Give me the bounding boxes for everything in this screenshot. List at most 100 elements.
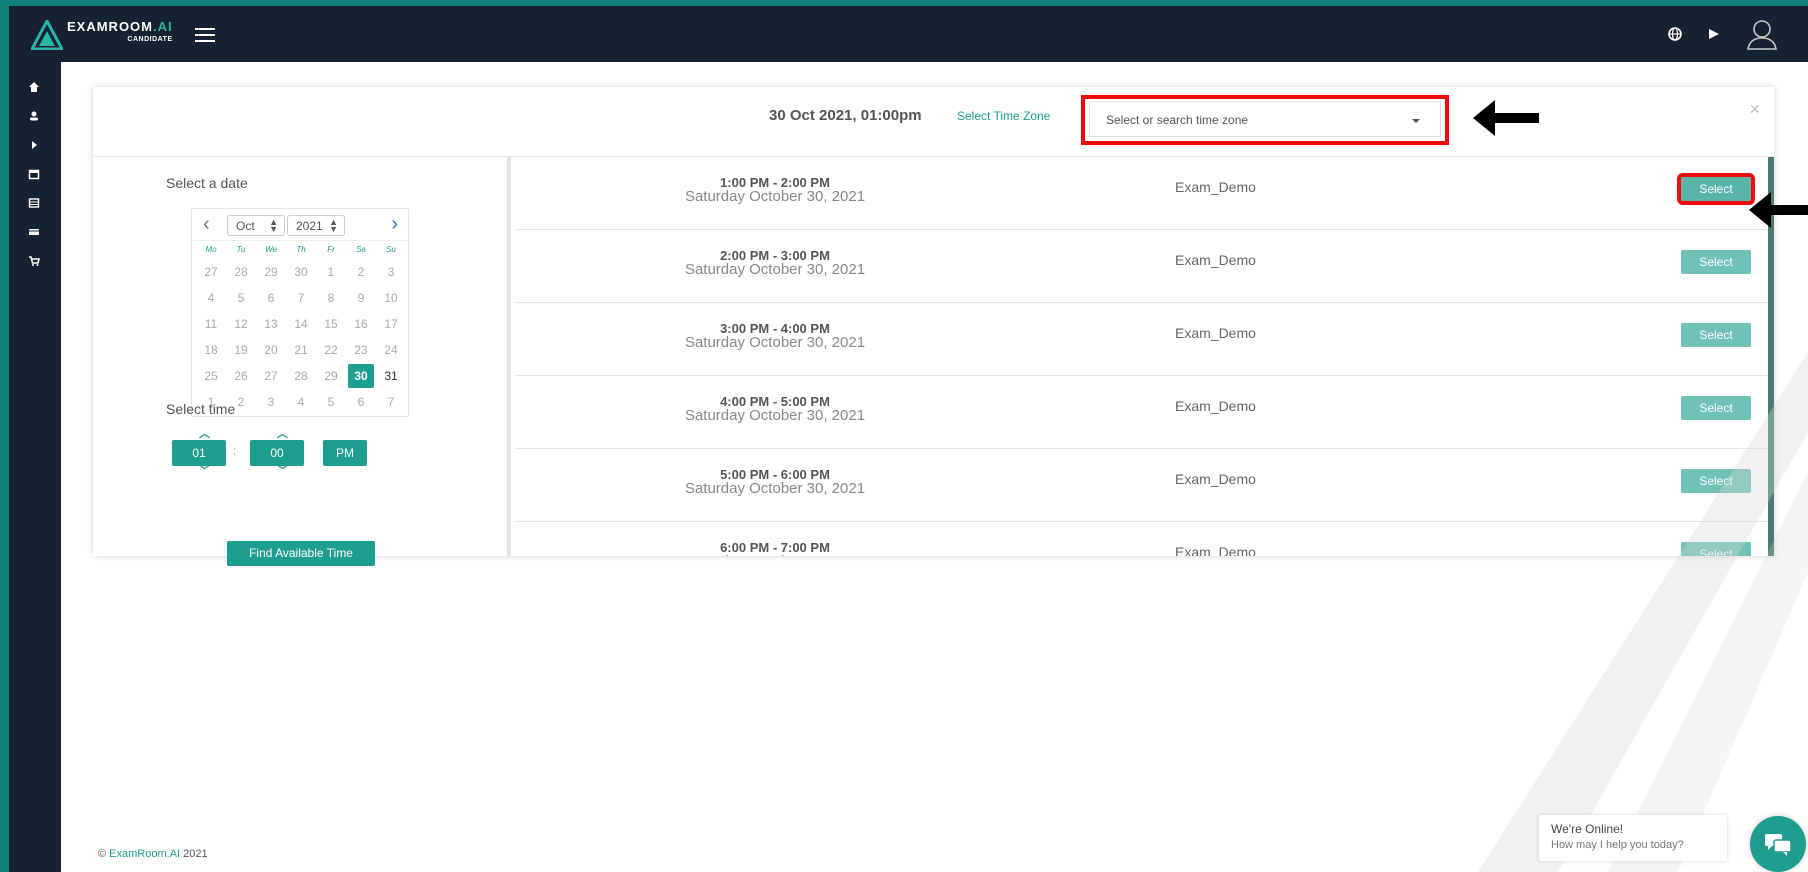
calendar-day[interactable]: 27	[196, 259, 226, 285]
sidebar	[9, 62, 61, 872]
slot-date: Saturday October 30, 2021	[684, 188, 866, 205]
calendar-day[interactable]: 30	[286, 259, 316, 285]
slot-time: 2:00 PM - 3:00 PM Saturday October 30, 20…	[515, 248, 1035, 278]
calendar-day[interactable]: 11	[196, 311, 226, 337]
calendar-day[interactable]: 3	[376, 259, 406, 285]
slot-exam-name: Exam_Demo	[1175, 471, 1256, 487]
calendar-day[interactable]: 19	[226, 337, 256, 363]
calendar-day-selected[interactable]: 30	[348, 364, 374, 388]
sidebar-play-icon[interactable]	[27, 138, 41, 152]
calendar-day[interactable]: 4	[286, 389, 316, 415]
calendar-day[interactable]: 25	[196, 363, 226, 389]
calendar-day[interactable]: 31	[376, 363, 406, 389]
calendar: ‹ Oct ▲ ▼ 2021 ▲ ▼ › Mo Tu We Th Fr Sa Su 27 28 29 30 1…	[191, 208, 409, 417]
calendar-day[interactable]: 26	[226, 363, 256, 389]
calendar-day[interactable]: 8	[316, 285, 346, 311]
sidebar-user-icon[interactable]	[27, 109, 41, 123]
weekday-label: Tu	[236, 245, 246, 254]
select-date-label: Select a date	[166, 175, 248, 191]
app-frame: EXAMROOM.AI CANDIDATE 30 Oct 2021, 01:00…	[9, 6, 1808, 872]
calendar-day[interactable]: 4	[196, 285, 226, 311]
calendar-day[interactable]: 28	[226, 259, 256, 285]
weekday-label: Fr	[327, 245, 335, 254]
calendar-day[interactable]: 6	[346, 389, 376, 415]
calendar-day[interactable]: 7	[286, 285, 316, 311]
arrow-left-icon	[1749, 192, 1808, 228]
slot-exam-name: Exam_Demo	[1175, 179, 1256, 195]
hour-up-icon[interactable]: ︿	[199, 425, 210, 441]
calendar-day[interactable]: 29	[256, 259, 286, 285]
calendar-day[interactable]: 10	[376, 285, 406, 311]
sidebar-home-icon[interactable]	[27, 80, 41, 94]
calendar-day[interactable]: 7	[376, 389, 406, 415]
time-slot-row: 3:00 PM - 4:00 PM Saturday October 30, 20…	[515, 303, 1768, 376]
logo-name: EXAMROOM.AI	[67, 19, 173, 34]
calendar-day[interactable]: 16	[346, 311, 376, 337]
slot-time: 4:00 PM - 5:00 PM Saturday October 30, 20…	[515, 394, 1035, 424]
close-button[interactable]: ×	[1749, 99, 1760, 120]
calendar-next-icon[interactable]: ›	[391, 213, 398, 236]
schedule-card: 30 Oct 2021, 01:00pm Select Time Zone Se…	[93, 87, 1774, 566]
sidebar-list-icon[interactable]	[27, 196, 41, 210]
calendar-day[interactable]: 20	[256, 337, 286, 363]
calendar-day[interactable]: 23	[346, 337, 376, 363]
logo[interactable]: EXAMROOM.AI CANDIDATE	[31, 20, 173, 50]
chat-greeting[interactable]: We're Online! How may I help you today?	[1539, 815, 1727, 861]
find-available-time-button[interactable]: Find Available Time	[227, 541, 375, 566]
sidebar-card-icon[interactable]	[27, 225, 41, 239]
minute-down-icon[interactable]: ﹀	[277, 462, 288, 478]
calendar-day[interactable]: 22	[316, 337, 346, 363]
calendar-day[interactable]: 1	[316, 259, 346, 285]
hour-down-icon[interactable]: ﹀	[199, 462, 210, 478]
calendar-day[interactable]: 24	[376, 337, 406, 363]
calendar-grid: Mo Tu We Th Fr Sa Su 27 28 29 30 1 2 3 4 5 6 7 8 9 10 11 12 13 1…	[196, 241, 408, 415]
calendar-day[interactable]: 21	[286, 337, 316, 363]
calendar-day[interactable]: 29	[316, 363, 346, 389]
slot-select-button[interactable]: Select	[1677, 173, 1755, 205]
calendar-day[interactable]: 5	[316, 389, 346, 415]
calendar-day[interactable]: 5	[226, 285, 256, 311]
slot-select-button[interactable]: Select	[1681, 396, 1751, 420]
calendar-day[interactable]: 14	[286, 311, 316, 337]
calendar-day[interactable]: 15	[316, 311, 346, 337]
calendar-day[interactable]: 6	[256, 285, 286, 311]
slot-exam-name: Exam_Demo	[1175, 398, 1256, 414]
calendar-day[interactable]: 28	[286, 363, 316, 389]
calendar-prev-icon[interactable]: ‹	[203, 213, 210, 236]
timezone-select[interactable]: Select or search time zone	[1089, 101, 1441, 137]
calendar-day[interactable]: 9	[346, 285, 376, 311]
time-separator: :	[233, 444, 237, 458]
time-slot-list[interactable]: 1:00 PM - 2:00 PM Saturday October 30, 20…	[515, 157, 1774, 556]
calendar-day[interactable]: 13	[256, 311, 286, 337]
slot-select-button[interactable]: Select	[1681, 469, 1751, 493]
sidebar-calendar-icon[interactable]	[27, 167, 41, 181]
calendar-day[interactable]: 17	[376, 311, 406, 337]
minute-up-icon[interactable]: ︿	[277, 425, 288, 441]
menu-toggle-button[interactable]	[195, 28, 215, 42]
slot-select-button[interactable]: Select	[1681, 250, 1751, 274]
footer-brand-link[interactable]: ExamRoom.AI	[109, 848, 180, 860]
main-content: 30 Oct 2021, 01:00pm Select Time Zone Se…	[61, 62, 1808, 872]
time-slot-row: 4:00 PM - 5:00 PM Saturday October 30, 20…	[515, 376, 1768, 449]
play-icon[interactable]	[1708, 28, 1720, 40]
select-timezone-label[interactable]: Select Time Zone	[957, 109, 1050, 123]
slot-time: 6:00 PM - 7:00 PMSaturday October 30, 20…	[515, 540, 1035, 556]
time-slot-row: 6:00 PM - 7:00 PMSaturday October 30, 20…	[515, 522, 1768, 556]
slot-select-button[interactable]: Select	[1681, 323, 1751, 347]
slot-select-button[interactable]: Select	[1681, 542, 1751, 556]
chat-title: We're Online!	[1551, 822, 1624, 836]
period-toggle[interactable]: PM	[323, 440, 367, 466]
logo-subtitle: CANDIDATE	[127, 36, 173, 43]
month-select[interactable]: Oct ▲ ▼	[227, 215, 285, 236]
slot-time: 5:00 PM - 6:00 PM Saturday October 30, 20…	[515, 467, 1035, 497]
calendar-day[interactable]: 12	[226, 311, 256, 337]
globe-icon[interactable]	[1668, 27, 1682, 41]
year-select[interactable]: 2021 ▲ ▼	[287, 215, 345, 236]
chat-button[interactable]	[1750, 816, 1806, 872]
calendar-day[interactable]: 18	[196, 337, 226, 363]
sidebar-cart-icon[interactable]	[27, 254, 41, 268]
calendar-day[interactable]: 27	[256, 363, 286, 389]
calendar-day[interactable]: 2	[346, 259, 376, 285]
user-avatar-icon[interactable]	[1746, 18, 1778, 50]
calendar-day[interactable]: 3	[256, 389, 286, 415]
